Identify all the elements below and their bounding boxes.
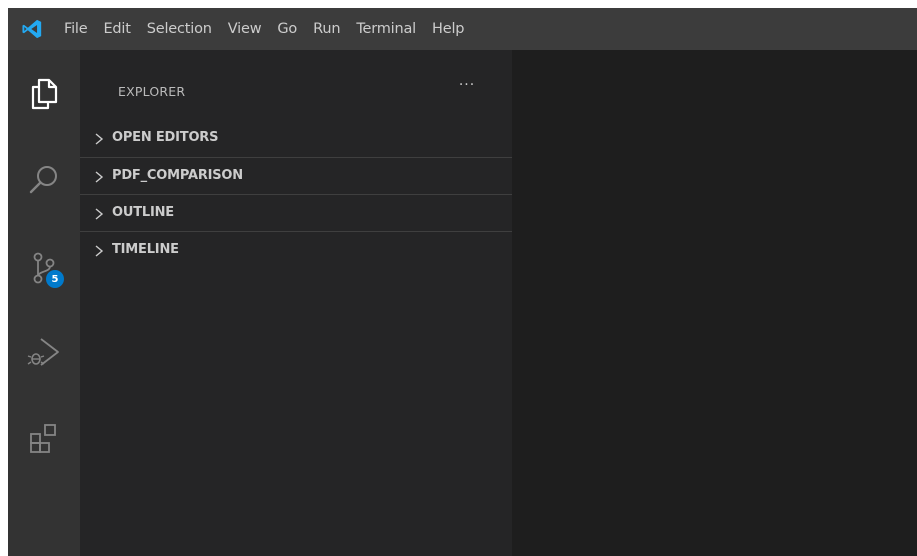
menu-bar: File Edit Selection View Go Run Terminal… — [56, 8, 472, 50]
section-label: PDF_COMPARISON — [112, 168, 243, 183]
explorer-sidebar: EXPLORER ··· OPEN EDITORS PDF_COMPARISON… — [80, 50, 512, 556]
section-label: OPEN EDITORS — [112, 130, 219, 145]
menu-help[interactable]: Help — [424, 8, 472, 50]
section-label: OUTLINE — [112, 205, 174, 220]
section-open-editors[interactable]: OPEN EDITORS — [80, 120, 512, 157]
activity-source-control[interactable]: 5 — [8, 238, 80, 298]
section-label: TIMELINE — [112, 242, 179, 257]
menu-go[interactable]: Go — [269, 8, 305, 50]
menu-selection[interactable]: Selection — [139, 8, 220, 50]
activity-search[interactable] — [8, 150, 80, 210]
source-control-badge: 5 — [46, 270, 64, 288]
section-pdf-comparison[interactable]: PDF_COMPARISON — [80, 157, 512, 194]
more-actions-button[interactable]: ··· — [452, 78, 482, 100]
menu-terminal[interactable]: Terminal — [348, 8, 424, 50]
vscode-logo-icon — [8, 8, 56, 50]
editor-area[interactable] — [512, 50, 917, 556]
activity-extensions[interactable] — [8, 408, 80, 468]
sidebar-title: EXPLORER — [118, 84, 186, 99]
menu-run[interactable]: Run — [305, 8, 348, 50]
chevron-right-icon — [95, 208, 104, 220]
menu-view[interactable]: View — [220, 8, 270, 50]
chevron-right-icon — [95, 133, 104, 145]
chevron-right-icon — [95, 171, 104, 183]
vscode-window: File Edit Selection View Go Run Terminal… — [8, 8, 917, 556]
search-icon — [29, 166, 57, 194]
section-timeline[interactable]: TIMELINE — [80, 231, 512, 268]
sidebar-header: EXPLORER ··· — [80, 50, 512, 120]
section-outline[interactable]: OUTLINE — [80, 194, 512, 231]
menu-file[interactable]: File — [56, 8, 95, 50]
menu-edit[interactable]: Edit — [95, 8, 138, 50]
activity-bar: 5 — [8, 50, 80, 556]
run-debug-icon — [27, 338, 59, 366]
explorer-icon — [31, 78, 58, 110]
chevron-right-icon — [95, 245, 104, 257]
title-bar: File Edit Selection View Go Run Terminal… — [8, 8, 917, 50]
extensions-icon — [30, 424, 56, 453]
activity-run-debug[interactable] — [8, 322, 80, 382]
activity-explorer[interactable] — [8, 64, 80, 124]
